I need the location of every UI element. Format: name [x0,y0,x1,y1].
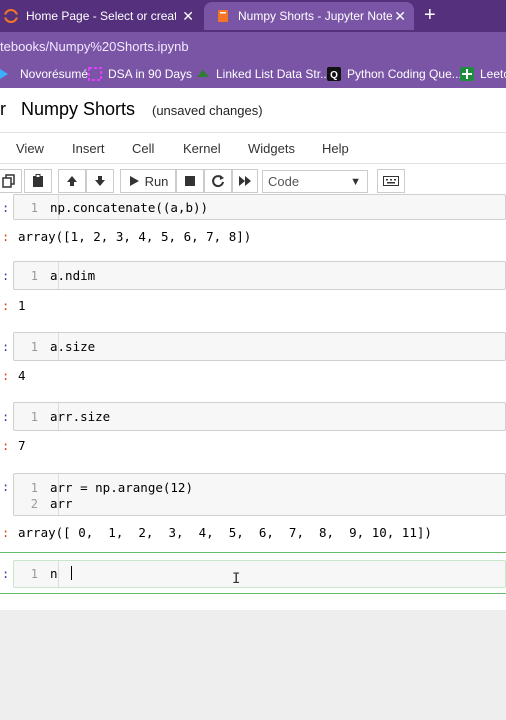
novoresume-icon [0,69,8,79]
bookmark-linked-list[interactable]: Linked List Data Str... [196,67,330,81]
cell-output: 4 [18,368,26,383]
cell-output: array([1, 2, 3, 4, 5, 6, 7, 8]) [18,229,252,244]
copy-icon [2,174,15,188]
line-number: 1 [30,201,38,215]
cell-type-value: Code [268,174,300,189]
tab-label: Numpy Shorts - Jupyter Notebo [238,9,392,23]
q-icon: Q [327,67,341,81]
code-line: arr.size [50,409,111,424]
code-line: arr = np.arange(12) [50,480,193,495]
notebook-title[interactable]: Numpy Shorts [21,99,135,120]
menu-widgets[interactable]: Widgets [248,141,295,156]
run-button[interactable]: Run [120,169,176,193]
output-prompt: : [2,526,10,540]
move-up-button[interactable] [58,169,86,193]
bookmark-label: Python Coding Que... [347,67,462,81]
notebook-header: r Numpy Shorts (unsaved changes) [0,88,506,132]
line-number: 1 [30,567,38,581]
menu-kernel[interactable]: Kernel [183,141,221,156]
cell-type-select[interactable]: Code ▼ [262,170,368,193]
line-number: 1 [30,269,38,283]
menu-cell[interactable]: Cell [132,141,154,156]
input-prompt: : [2,201,10,215]
notebook-toolbar: Run Code ▼ [0,164,506,198]
cell-output: 7 [18,438,26,453]
output-prompt: : [2,299,10,313]
jupyter-icon [4,9,18,23]
menu-bar: View Insert Cell Kernel Widgets Help [0,132,506,164]
close-icon[interactable]: ✕ [182,8,194,25]
paste-button[interactable] [24,169,52,193]
edit-mode-border-top [0,552,506,553]
run-label: Run [144,173,169,189]
keyboard-icon [383,176,399,186]
bookmark-leetcode[interactable]: Leetc [460,67,506,81]
tab-label: Home Page - Select or create a n [26,9,176,23]
copy-button[interactable] [0,169,22,193]
paste-icon [33,174,43,187]
sheets-icon [460,67,474,81]
menu-insert[interactable]: Insert [72,141,105,156]
chevron-down-icon: ▼ [350,176,361,188]
fast-forward-icon [239,176,251,186]
bookmark-label: Novorésumé [20,67,89,81]
save-status: (unsaved changes) [152,103,263,118]
close-icon[interactable]: ✕ [394,8,406,25]
play-icon [129,176,139,186]
input-prompt: : [2,269,10,283]
input-prompt: : [2,567,10,581]
output-prompt: : [2,230,10,244]
url-text: tebooks/Numpy%20Shorts.ipynb [0,39,189,54]
bookmark-label: DSA in 90 Days [108,67,193,81]
output-prompt: : [2,439,10,453]
active-code-cell-input[interactable] [13,560,506,588]
line-number: 2 [30,497,38,511]
dsa-icon [88,67,102,81]
code-line: n [50,566,58,581]
line-number: 1 [30,340,38,354]
restart-icon [212,175,224,188]
bookmark-dsa[interactable]: DSA in 90 Days [88,67,192,81]
move-down-button[interactable] [86,169,114,193]
menu-view[interactable]: View [16,141,44,156]
input-prompt: : [2,480,10,494]
browser-tab-bar: Home Page - Select or create a n ✕ Numpy… [0,0,506,32]
mouse-ibeam-cursor: I [232,571,241,587]
cell-output: 1 [18,298,26,313]
tab-home-page[interactable]: Home Page - Select or create a n ✕ [0,2,202,30]
svg-text:Q: Q [330,70,338,81]
tab-numpy-shorts[interactable]: Numpy Shorts - Jupyter Notebo ✕ [204,2,414,30]
address-bar[interactable]: tebooks/Numpy%20Shorts.ipynb [0,32,506,60]
line-number: 1 [30,410,38,424]
new-tab-icon[interactable]: + [424,4,436,27]
restart-run-all-button[interactable] [232,169,258,193]
bookmark-label: Leetc [480,67,506,81]
cell-output: array([ 0, 1, 2, 3, 4, 5, 6, 7, 8, 9, 10… [18,525,432,540]
restart-button[interactable] [204,169,232,193]
text-cursor [71,566,72,580]
output-prompt: : [2,369,10,383]
arrow-down-icon [95,176,105,186]
bookmark-python[interactable]: Q Python Coding Que... [327,67,462,81]
menu-help[interactable]: Help [322,141,349,156]
code-line: arr [50,496,73,511]
code-line: a.ndim [50,268,96,283]
logo-fragment: r [0,99,6,119]
edit-mode-border-bottom [0,593,506,594]
code-line: np.concatenate((a,b)) [50,200,209,215]
bookmark-label: Linked List Data Str... [216,67,331,81]
line-number: 1 [30,481,38,495]
input-prompt: : [2,340,10,354]
code-line: a.size [50,339,96,354]
notebook-container: : 1 np.concatenate((a,b)) : array([1, 2,… [0,194,506,610]
bookmark-novoresume[interactable]: Novorésumé [0,67,88,81]
stop-icon [185,176,195,186]
command-palette-button[interactable] [377,169,405,193]
input-prompt: : [2,410,10,424]
interrupt-button[interactable] [176,169,204,193]
arrow-up-icon [67,176,77,186]
linked-list-icon [197,70,209,77]
bookmarks-bar: Novorésumé DSA in 90 Days Linked List Da… [0,60,506,88]
notebook-icon [218,10,228,22]
